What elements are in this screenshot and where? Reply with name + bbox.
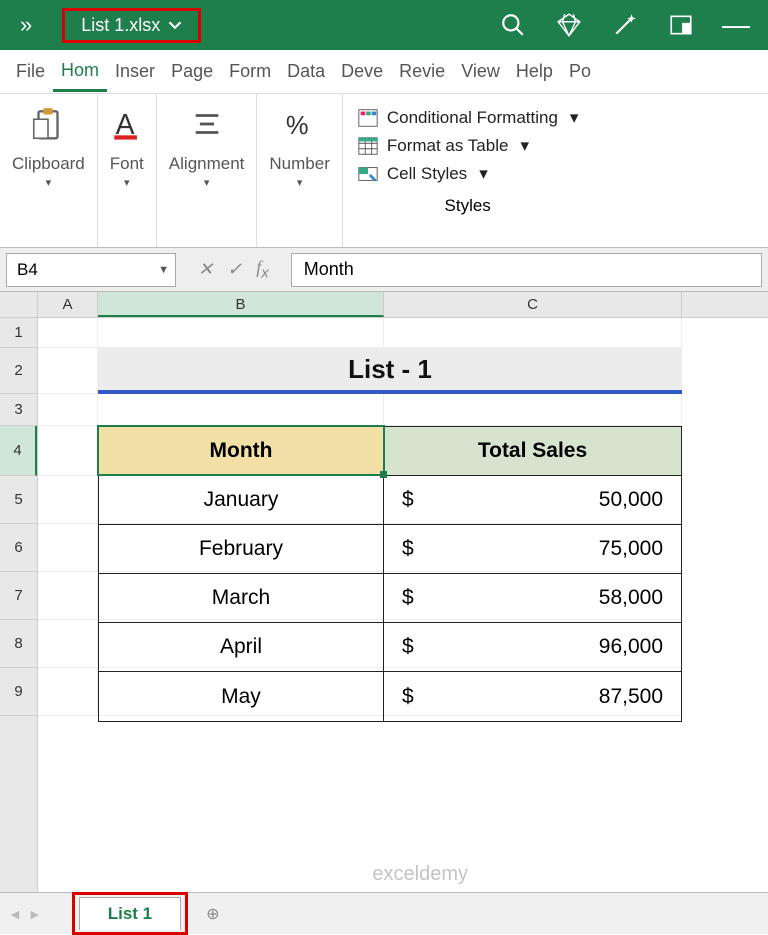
sheet-tab-highlight: List 1 [72, 892, 188, 935]
row-headers: 1 2 3 4 5 6 7 8 9 [0, 318, 38, 892]
number-icon: % [283, 104, 317, 144]
ribbon: Clipboard▾ A Font▾ Alignment▾ % Number▾ … [0, 94, 768, 248]
col-header-b[interactable]: B [98, 292, 384, 317]
cell-styles-button[interactable]: Cell Styles ▾ [357, 160, 579, 188]
sheet-tab-bar: ◄ ► List 1 ⊕ [0, 892, 768, 934]
cell-month[interactable]: April [99, 623, 384, 671]
tab-more[interactable]: Po [561, 53, 599, 90]
cell-sales[interactable]: $96,000 [384, 623, 681, 671]
row-header-7[interactable]: 7 [0, 572, 37, 620]
row-header-9[interactable]: 9 [0, 668, 37, 716]
formula-bar: B4 ▼ ✕ ✓ fx Month [0, 248, 768, 292]
row-header-8[interactable]: 8 [0, 620, 37, 668]
alignment-label: Alignment [169, 154, 245, 174]
name-box[interactable]: B4 ▼ [6, 253, 176, 287]
row-header-1[interactable]: 1 [0, 318, 37, 348]
fx-icon[interactable]: fx [256, 257, 269, 282]
table-header-row: Month Total Sales [99, 427, 681, 476]
format-as-table-button[interactable]: Format as Table ▾ [357, 132, 579, 160]
row-header-3[interactable]: 3 [0, 394, 37, 426]
cell-sales[interactable]: $50,000 [384, 476, 681, 524]
table-row: March $58,000 [99, 574, 681, 623]
quick-access-more[interactable]: » [10, 12, 42, 38]
table-row: January $50,000 [99, 476, 681, 525]
tab-nav-prev-icon[interactable]: ◄ [8, 906, 22, 922]
wand-icon[interactable] [612, 12, 638, 38]
filename-highlight: List 1.xlsx [62, 8, 201, 43]
tab-insert[interactable]: Inser [107, 53, 163, 90]
data-table: Month Total Sales January $50,000 Februa… [98, 426, 682, 722]
cell-styles-icon [357, 163, 379, 185]
group-styles: Conditional Formatting ▾ Format as Table… [343, 94, 593, 247]
column-headers: A B C [0, 292, 768, 318]
accept-formula-icon[interactable]: ✓ [227, 259, 242, 280]
header-sales[interactable]: Total Sales [384, 427, 681, 475]
tab-view[interactable]: View [453, 53, 508, 90]
new-sheet-icon[interactable]: ⊕ [206, 904, 219, 924]
font-label: Font [110, 154, 144, 174]
cell-sales[interactable]: $58,000 [384, 574, 681, 622]
row-header-4[interactable]: 4 [0, 426, 37, 476]
diamond-icon[interactable] [556, 12, 582, 38]
minimize-button[interactable]: — [714, 9, 758, 41]
group-alignment[interactable]: Alignment▾ [157, 94, 258, 247]
row-header-5[interactable]: 5 [0, 476, 37, 524]
sheet-area: A B C 1 2 3 4 5 6 7 8 9 List - 1 [0, 292, 768, 892]
cell-sales[interactable]: $87,500 [384, 672, 681, 721]
search-icon[interactable] [500, 12, 526, 38]
clipboard-icon [29, 104, 67, 144]
cond-fmt-icon [357, 107, 379, 129]
filename[interactable]: List 1.xlsx [81, 15, 160, 36]
tab-formulas[interactable]: Form [221, 53, 279, 90]
clipboard-label: Clipboard [12, 154, 85, 174]
sheet-tab[interactable]: List 1 [79, 897, 181, 930]
row-header-2[interactable]: 2 [0, 348, 37, 394]
row-header-6[interactable]: 6 [0, 524, 37, 572]
window-mode-icon[interactable] [668, 12, 694, 38]
font-icon: A [110, 104, 144, 144]
tab-developer[interactable]: Deve [333, 53, 391, 90]
cell-month[interactable]: January [99, 476, 384, 524]
group-font[interactable]: A Font▾ [98, 94, 157, 247]
conditional-formatting-button[interactable]: Conditional Formatting ▾ [357, 104, 579, 132]
table-row: April $96,000 [99, 623, 681, 672]
tab-review[interactable]: Revie [391, 53, 453, 90]
header-month[interactable]: Month [99, 427, 384, 475]
cancel-formula-icon[interactable]: ✕ [198, 259, 213, 280]
cell-month[interactable]: March [99, 574, 384, 622]
group-number[interactable]: % Number▾ [257, 94, 342, 247]
tab-nav-next-icon[interactable]: ► [28, 906, 42, 922]
table-row: May $87,500 [99, 672, 681, 721]
chevron-down-icon[interactable] [168, 18, 182, 32]
cell-grid[interactable]: List - 1 Month Total Sales January $50,0… [38, 318, 768, 892]
col-header-a[interactable]: A [38, 292, 98, 317]
number-label: Number [269, 154, 329, 174]
table-title[interactable]: List - 1 [98, 348, 682, 394]
tab-data[interactable]: Data [279, 53, 333, 90]
group-clipboard[interactable]: Clipboard▾ [0, 94, 98, 247]
title-bar: » List 1.xlsx — [0, 0, 768, 50]
cell-month[interactable]: February [99, 525, 384, 573]
tab-help[interactable]: Help [508, 53, 561, 90]
tab-page[interactable]: Page [163, 53, 221, 90]
table-row: February $75,000 [99, 525, 681, 574]
cell-month[interactable]: May [99, 672, 384, 721]
tab-file[interactable]: File [8, 53, 53, 90]
ribbon-tabs: File Hom Inser Page Form Data Deve Revie… [0, 50, 768, 94]
table-icon [357, 135, 379, 157]
styles-group-label: Styles [357, 196, 579, 216]
svg-text:%: % [285, 112, 308, 140]
formula-input[interactable]: Month [291, 253, 762, 287]
cell-sales[interactable]: $75,000 [384, 525, 681, 573]
tab-home[interactable]: Hom [53, 52, 107, 92]
col-header-c[interactable]: C [384, 292, 682, 317]
alignment-icon [190, 104, 224, 144]
select-all-triangle[interactable] [0, 292, 38, 317]
chevron-down-icon[interactable]: ▼ [158, 264, 169, 276]
